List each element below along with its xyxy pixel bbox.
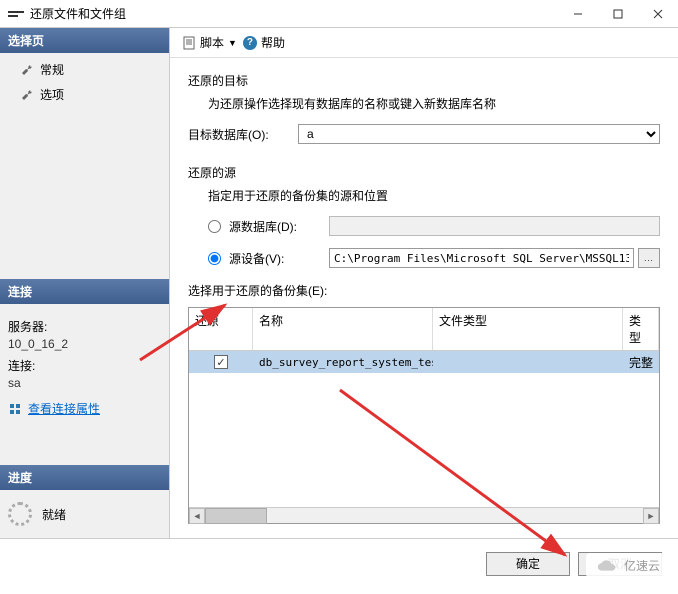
select-page-header: 选择页 [0,28,169,53]
view-props-link[interactable]: 查看连接属性 [28,400,100,417]
script-dropdown[interactable]: 脚本 ▼ [182,34,237,51]
server-value: 10_0_16_2 [8,337,161,351]
target-db-label: 目标数据库(O): [188,126,288,143]
window-title: 还原文件和文件组 [30,5,126,22]
titlebar: 还原文件和文件组 [0,0,678,28]
source-hint: 指定用于还原的备份集的源和位置 [208,187,660,204]
ok-button[interactable]: 确定 [486,552,570,576]
source-device-label: 源设备(V): [229,250,321,267]
progress-spinner-icon [8,502,32,526]
col-restore[interactable]: 还原 [189,308,253,350]
source-db-select-disabled [329,216,660,236]
scroll-thumb[interactable] [205,508,267,524]
window-controls [558,0,678,28]
progress-status: 就绪 [42,506,66,523]
scroll-left-button[interactable]: ◄ [189,508,205,524]
toolbar: 脚本 ▼ ? 帮助 [170,28,678,58]
minimize-button[interactable] [558,0,598,28]
source-database-radio[interactable] [208,220,221,233]
close-button[interactable] [638,0,678,28]
destination-hint: 为还原操作选择现有数据库的名称或键入新数据库名称 [208,95,660,112]
cell-filetype [433,360,623,364]
table-row[interactable]: ✓ db_survey_report_system_tes... 完整 [189,351,659,373]
target-db-select[interactable]: a [298,124,660,144]
window-icon [8,9,24,19]
properties-icon [8,402,22,416]
progress-header: 进度 [0,465,169,490]
maximize-button[interactable] [598,0,638,28]
watermark: 亿速云 [586,553,670,578]
sidebar-item-options[interactable]: 选项 [0,82,169,107]
source-title: 还原的源 [188,164,660,181]
help-button[interactable]: ? 帮助 [243,34,285,51]
connection-header: 连接 [0,279,169,304]
restore-checkbox[interactable]: ✓ [214,355,228,369]
source-db-label: 源数据库(D): [229,218,321,235]
script-icon [182,36,196,50]
main-panel: 脚本 ▼ ? 帮助 还原的目标 为还原操作选择现有数据库的名称或键入新数据库名称… [170,28,678,538]
help-label: 帮助 [261,34,285,51]
sidebar-item-general[interactable]: 常规 [0,57,169,82]
horizontal-scrollbar[interactable]: ◄ ► [189,507,659,523]
conn-value: sa [8,376,161,390]
sidebar: 选择页 常规 选项 连接 服务器: 10_0_16_2 连接: sa 查看连接属… [0,28,170,538]
wrench-icon [20,88,34,102]
cell-name: db_survey_report_system_tes... [253,354,433,371]
dialog-footer: 确定 取消 [0,538,678,588]
help-icon: ? [243,36,257,50]
col-type[interactable]: 类型 [623,308,659,350]
view-connection-properties[interactable]: 查看连接属性 [8,400,161,417]
backup-set-table: 还原 名称 文件类型 类型 ✓ db_survey_report_system_… [188,307,660,524]
sidebar-item-label: 选项 [40,86,64,103]
backup-sets-label: 选择用于还原的备份集(E): [188,282,660,299]
wrench-icon [20,63,34,77]
scroll-right-button[interactable]: ► [643,508,659,524]
conn-label: 连接: [8,357,161,374]
device-path-field[interactable] [329,248,634,268]
browse-device-button[interactable]: ... [638,248,660,268]
server-label: 服务器: [8,318,161,335]
col-filetype[interactable]: 文件类型 [433,308,623,350]
chevron-down-icon: ▼ [228,38,237,48]
script-label: 脚本 [200,34,224,51]
sidebar-item-label: 常规 [40,61,64,78]
source-device-radio[interactable] [208,252,221,265]
cell-type: 完整 [623,352,659,373]
col-name[interactable]: 名称 [253,308,433,350]
destination-title: 还原的目标 [188,72,660,89]
cloud-icon [596,559,618,573]
